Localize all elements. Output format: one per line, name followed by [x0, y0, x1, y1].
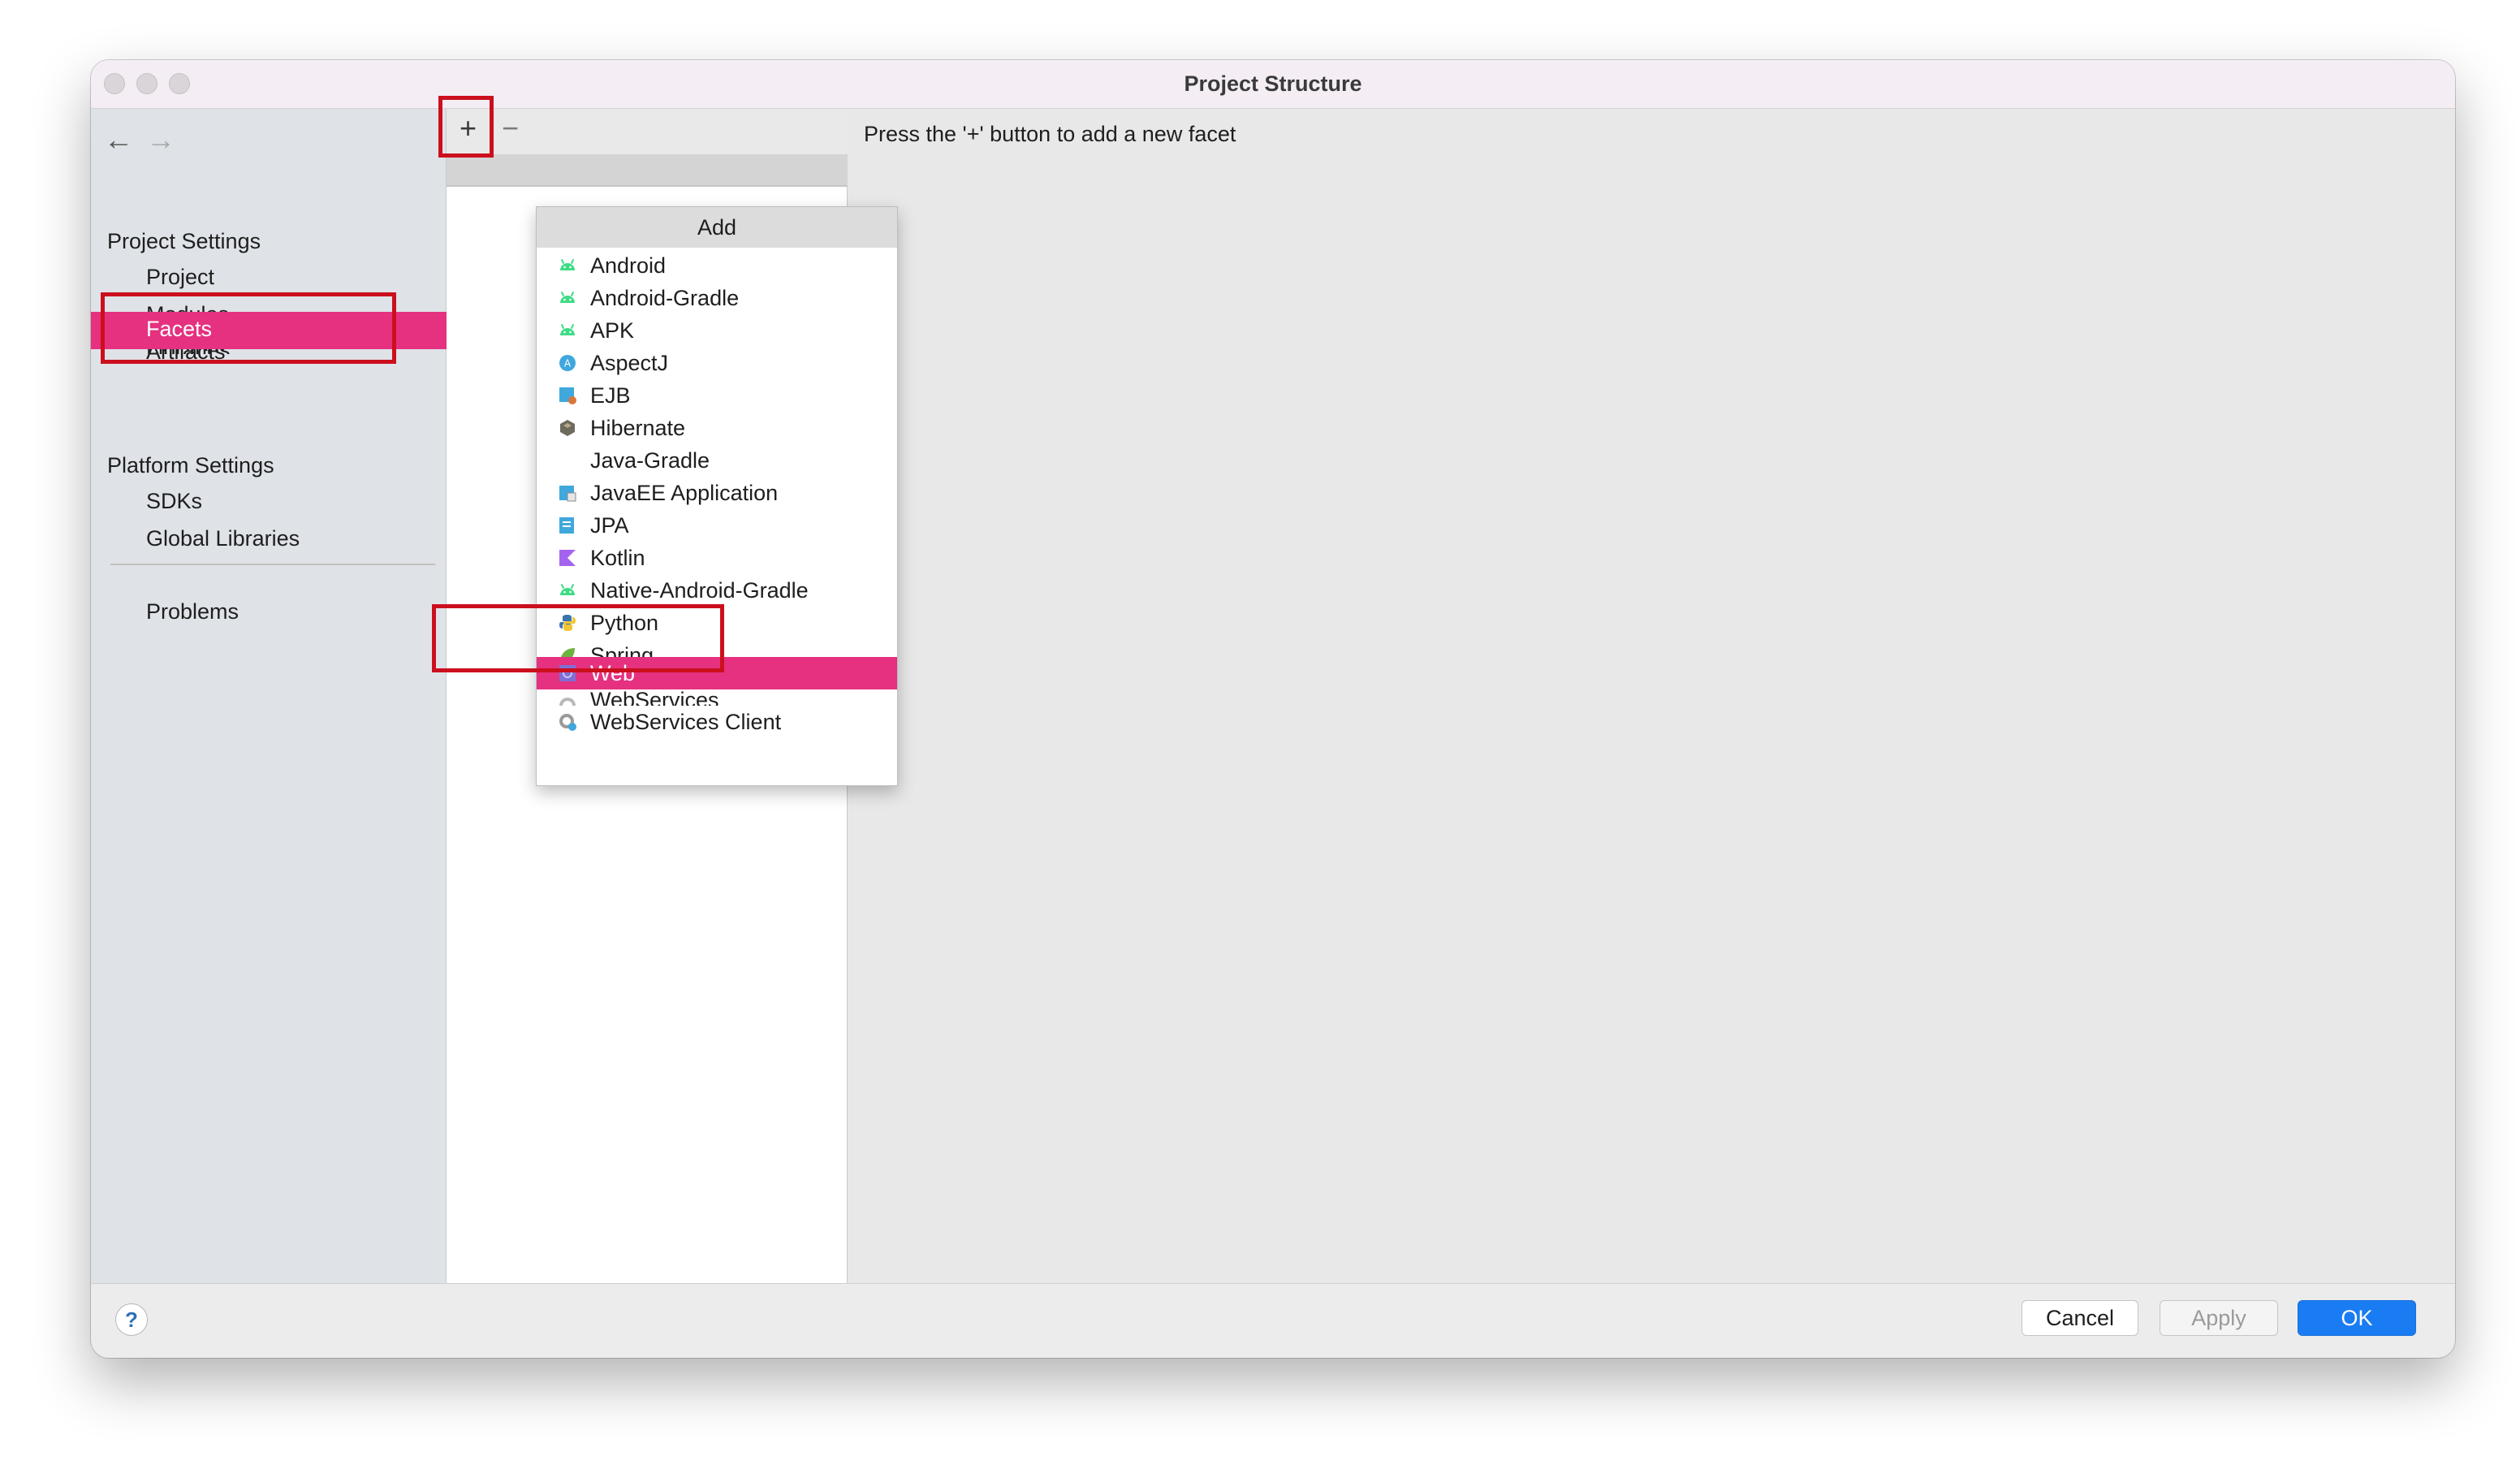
sidebar: ← → Project Settings Project Modules Lib… [91, 109, 447, 1283]
javaee-icon [559, 486, 576, 502]
kotlin-icon [559, 550, 576, 566]
project-structure-window: Project Structure ← → Project Settings P… [91, 60, 2455, 1358]
jpa-icon [559, 517, 574, 534]
webservices-client-icon [559, 714, 576, 731]
popup-item-label: Native-Android-Gradle [590, 578, 809, 603]
window-title: Project Structure [1184, 71, 1362, 96]
facets-toolbar: + − [447, 109, 848, 154]
popup-item-label: WebServices Client [590, 710, 782, 734]
popup-item-webservices[interactable]: WebServices [537, 689, 897, 706]
popup-item-label: Android [590, 253, 667, 278]
android-icon [560, 583, 575, 595]
popup-item-javaee-application[interactable]: JavaEE Application [537, 477, 897, 509]
popup-item-aspectj[interactable]: A AspectJ [537, 347, 897, 379]
popup-item-kotlin[interactable]: Kotlin [537, 542, 897, 574]
sidebar-divider [110, 564, 435, 565]
popup-item-webservices-client[interactable]: WebServices Client [537, 706, 897, 738]
apply-button[interactable]: Apply [2160, 1300, 2278, 1336]
popup-item-android-gradle[interactable]: Android-Gradle [537, 282, 897, 314]
project-settings-header: Project Settings [107, 229, 261, 253]
empty-state-hint: Press the '+' button to add a new facet [864, 122, 1236, 146]
highlight-facets-item [101, 292, 396, 364]
popup-item-java-gradle[interactable]: Java-Gradle [537, 444, 897, 477]
popup-item-label: EJB [590, 383, 631, 408]
popup-item-label: AspectJ [590, 351, 669, 375]
dialog-footer: ? Cancel Apply OK [91, 1283, 2455, 1358]
popup-item-label: APK [590, 318, 635, 343]
forward-arrow-icon[interactable]: → [146, 125, 175, 154]
popup-item-native-android-gradle[interactable]: Native-Android-Gradle [537, 574, 897, 607]
sidebar-item-global-libraries[interactable]: Global Libraries [146, 526, 300, 551]
help-button[interactable]: ? [115, 1303, 148, 1336]
sidebar-item-sdks[interactable]: SDKs [146, 489, 202, 514]
popup-item-android[interactable]: Android [537, 249, 897, 282]
popup-item-ejb[interactable]: EJB [537, 379, 897, 412]
android-icon [560, 291, 575, 303]
ok-button[interactable]: OK [2298, 1300, 2416, 1336]
popup-item-label: JPA [590, 513, 629, 538]
popup-item-label: WebServices [590, 689, 719, 706]
android-icon [560, 258, 575, 270]
popup-item-label: Android-Gradle [590, 286, 740, 310]
popup-item-apk[interactable]: APK [537, 314, 897, 347]
highlight-add-button [438, 96, 494, 158]
svg-text:A: A [564, 358, 572, 369]
add-facet-popup: Add Android Android-Gradle APK A AspectJ… [536, 206, 898, 786]
platform-settings-header: Platform Settings [107, 453, 274, 478]
popup-item-label: Java-Gradle [590, 448, 710, 473]
popup-item-jpa[interactable]: JPA [537, 509, 897, 542]
popup-item-hibernate[interactable]: Hibernate [537, 412, 897, 444]
highlight-web-item [432, 604, 724, 672]
remove-facet-button[interactable]: − [502, 114, 519, 143]
sidebar-item-project[interactable]: Project [146, 265, 214, 290]
popup-item-label: Hibernate [590, 416, 686, 440]
android-icon [560, 323, 575, 335]
ejb-icon [559, 387, 576, 404]
cancel-button[interactable]: Cancel [2022, 1300, 2138, 1336]
facets-list-header [447, 154, 848, 187]
hibernate-icon [560, 420, 575, 436]
aspectj-icon: A [559, 355, 576, 371]
popup-title: Add [537, 207, 897, 248]
popup-item-label: Kotlin [590, 546, 645, 570]
webservices-icon [559, 698, 576, 706]
sidebar-item-problems[interactable]: Problems [146, 599, 239, 624]
popup-item-label: JavaEE Application [590, 481, 779, 505]
facet-details-pane: Press the '+' button to add a new facet [848, 109, 2455, 1283]
back-arrow-icon[interactable]: ← [104, 125, 133, 154]
